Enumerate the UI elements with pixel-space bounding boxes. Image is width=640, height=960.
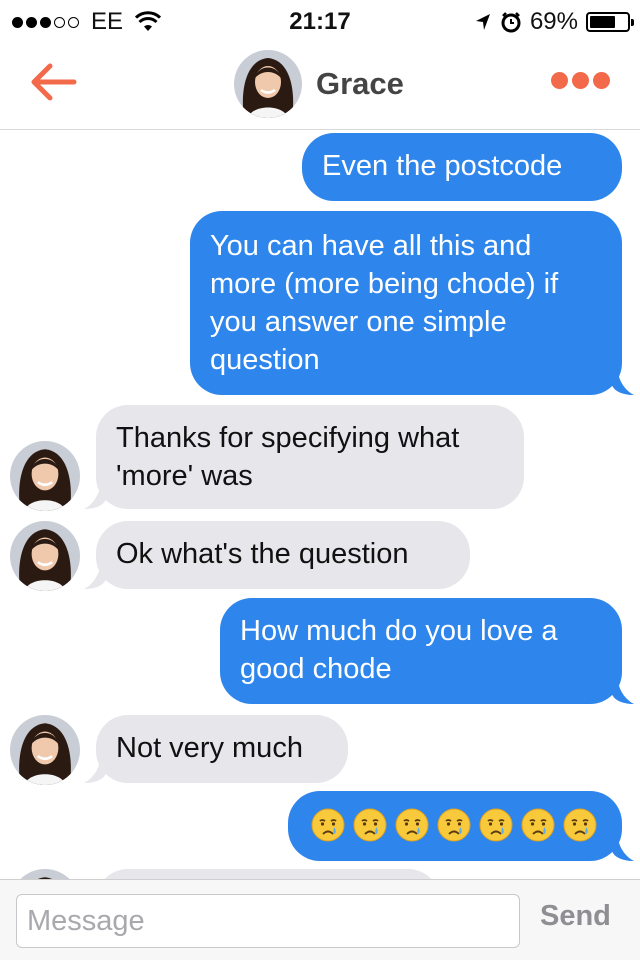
message-text: You can have all this and more (more bei…	[210, 230, 559, 376]
sender-avatar[interactable]	[10, 715, 80, 785]
message-text: Even the postcode	[322, 150, 563, 182]
alarm-clock-icon	[501, 12, 521, 33]
bubble-tail	[84, 487, 106, 509]
emoji-row	[310, 807, 600, 843]
battery-icon	[586, 12, 634, 32]
outgoing-message: Even the postcode	[302, 133, 622, 201]
bubble-tail	[612, 682, 634, 704]
message-input[interactable]	[16, 894, 520, 948]
message-text: Not very much	[116, 732, 303, 764]
back-arrow-icon[interactable]	[26, 60, 80, 104]
incoming-message	[96, 869, 440, 879]
contact-name: Grace	[316, 66, 404, 101]
bubble-tail	[84, 761, 106, 783]
message-input-bar: Send	[0, 879, 640, 960]
send-button[interactable]: Send	[540, 900, 611, 933]
message-text: How much do you love a good chode	[240, 615, 558, 685]
message-text: Ok what's the question	[116, 538, 409, 570]
crying-face-icon	[563, 808, 597, 842]
sender-avatar[interactable]	[10, 521, 80, 591]
message-text: Thanks for specifying what 'more' was	[116, 422, 460, 492]
contact-avatar[interactable]	[234, 50, 302, 118]
battery-level-fill	[590, 16, 615, 28]
crying-face-icon	[437, 808, 471, 842]
status-right: 69%	[474, 8, 634, 36]
outgoing-message: How much do you love a good chode	[220, 598, 622, 704]
crying-face-icon	[353, 808, 387, 842]
incoming-message: Thanks for specifying what 'more' was	[96, 405, 524, 509]
bubble-tail	[84, 567, 106, 589]
incoming-message: Not very much	[96, 715, 348, 783]
chat-header: Grace	[0, 40, 640, 130]
message-list[interactable]: Even the postcode You can have all this …	[0, 131, 640, 879]
outgoing-message	[288, 791, 622, 861]
sender-avatar[interactable]	[10, 869, 80, 879]
contact-info[interactable]: Grace	[234, 50, 404, 118]
crying-face-icon	[521, 808, 555, 842]
outgoing-message: You can have all this and more (more bei…	[190, 211, 622, 395]
bubble-tail	[612, 373, 634, 395]
more-options-icon[interactable]	[551, 72, 610, 89]
status-bar: EE 21:17 69%	[0, 0, 640, 40]
crying-face-icon	[395, 808, 429, 842]
incoming-message: Ok what's the question	[96, 521, 470, 589]
bubble-tail	[612, 839, 634, 861]
battery-percent: 69%	[529, 8, 578, 35]
location-arrow-icon	[475, 14, 490, 30]
crying-face-icon	[311, 808, 345, 842]
crying-face-icon	[479, 808, 513, 842]
sender-avatar[interactable]	[10, 441, 80, 511]
